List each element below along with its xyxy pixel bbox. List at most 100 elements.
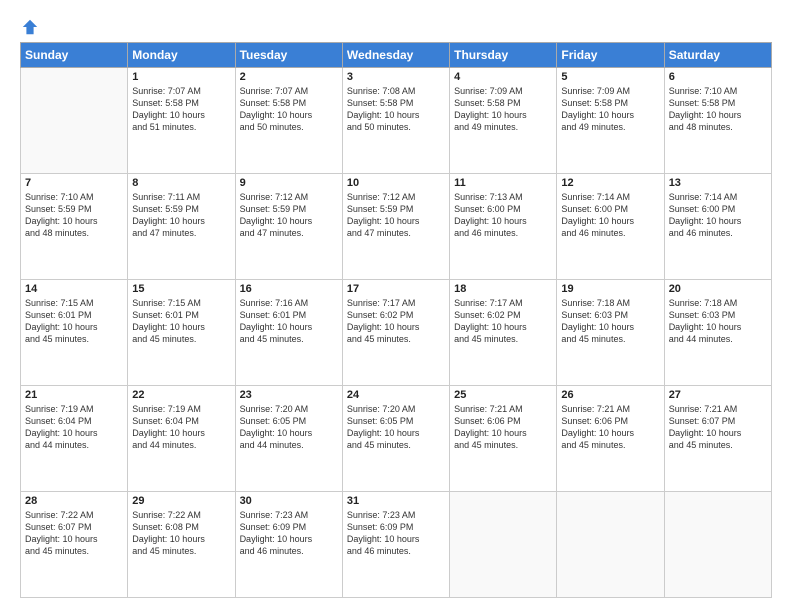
calendar-cell: 9Sunrise: 7:12 AM Sunset: 5:59 PM Daylig… [235,174,342,280]
calendar-cell: 13Sunrise: 7:14 AM Sunset: 6:00 PM Dayli… [664,174,771,280]
day-info: Sunrise: 7:15 AM Sunset: 6:01 PM Dayligh… [132,297,230,346]
day-number: 23 [240,389,338,401]
calendar-cell: 28Sunrise: 7:22 AM Sunset: 6:07 PM Dayli… [21,492,128,598]
calendar-cell: 29Sunrise: 7:22 AM Sunset: 6:08 PM Dayli… [128,492,235,598]
calendar-col-header: Friday [557,43,664,68]
calendar-cell: 23 Sunrise: 7:20 AM Sunset: 6:05 PM Dayli… [235,386,342,492]
calendar-cell [664,492,771,598]
day-info: Sunrise: 7:20 AM Sunset: 6:05 PM Dayligh… [347,403,445,452]
calendar-cell: 22 Sunrise: 7:19 AM Sunset: 6:04 PM Dayli… [128,386,235,492]
day-info: Sunrise: 7:19 AM Sunset: 6:04 PM Dayligh… [25,403,123,452]
day-number: 11 [454,177,552,189]
calendar-week-row: 1 Sunrise: 7:07 AM Sunset: 5:58 PM Daylig… [21,68,772,174]
calendar-cell: 12Sunrise: 7:14 AM Sunset: 6:00 PM Dayli… [557,174,664,280]
calendar-cell [557,492,664,598]
day-info: Sunrise: 7:23 AM Sunset: 6:09 PM Dayligh… [347,509,445,558]
day-info: Sunrise: 7:09 AM Sunset: 5:58 PM Dayligh… [561,85,659,134]
day-number: 19 [561,283,659,295]
calendar-col-header: Sunday [21,43,128,68]
calendar-cell: 24 Sunrise: 7:20 AM Sunset: 6:05 PM Dayli… [342,386,449,492]
calendar-cell: 31 Sunrise: 7:23 AM Sunset: 6:09 PM Dayli… [342,492,449,598]
day-info: Sunrise: 7:14 AM Sunset: 6:00 PM Dayligh… [561,191,659,240]
day-info: Sunrise: 7:15 AM Sunset: 6:01 PM Dayligh… [25,297,123,346]
day-number: 2 [240,71,338,83]
calendar-cell: 18Sunrise: 7:17 AM Sunset: 6:02 PM Dayli… [450,280,557,386]
day-info: Sunrise: 7:10 AM Sunset: 5:58 PM Dayligh… [669,85,767,134]
calendar-cell: 19Sunrise: 7:18 AM Sunset: 6:03 PM Dayli… [557,280,664,386]
day-number: 4 [454,71,552,83]
calendar-cell: 30 Sunrise: 7:23 AM Sunset: 6:09 PM Dayli… [235,492,342,598]
calendar-cell: 17 Sunrise: 7:17 AM Sunset: 6:02 PM Dayli… [342,280,449,386]
logo [20,18,39,32]
day-number: 22 [132,389,230,401]
calendar-cell: 1 Sunrise: 7:07 AM Sunset: 5:58 PM Daylig… [128,68,235,174]
day-number: 15 [132,283,230,295]
page: SundayMondayTuesdayWednesdayThursdayFrid… [0,0,792,612]
day-info: Sunrise: 7:16 AM Sunset: 6:01 PM Dayligh… [240,297,338,346]
day-info: Sunrise: 7:11 AM Sunset: 5:59 PM Dayligh… [132,191,230,240]
calendar-cell: 5 Sunrise: 7:09 AM Sunset: 5:58 PM Daylig… [557,68,664,174]
day-info: Sunrise: 7:23 AM Sunset: 6:09 PM Dayligh… [240,509,338,558]
day-number: 25 [454,389,552,401]
day-number: 8 [132,177,230,189]
calendar-cell: 27Sunrise: 7:21 AM Sunset: 6:07 PM Dayli… [664,386,771,492]
day-info: Sunrise: 7:12 AM Sunset: 5:59 PM Dayligh… [347,191,445,240]
day-number: 5 [561,71,659,83]
calendar-cell: 4 Sunrise: 7:09 AM Sunset: 5:58 PM Daylig… [450,68,557,174]
day-info: Sunrise: 7:08 AM Sunset: 5:58 PM Dayligh… [347,85,445,134]
day-number: 20 [669,283,767,295]
day-number: 6 [669,71,767,83]
day-number: 24 [347,389,445,401]
day-number: 16 [240,283,338,295]
day-info: Sunrise: 7:22 AM Sunset: 6:07 PM Dayligh… [25,509,123,558]
day-number: 26 [561,389,659,401]
calendar-cell [450,492,557,598]
calendar-cell [21,68,128,174]
calendar-cell: 2 Sunrise: 7:07 AM Sunset: 5:58 PM Daylig… [235,68,342,174]
day-info: Sunrise: 7:21 AM Sunset: 6:06 PM Dayligh… [454,403,552,452]
calendar-col-header: Tuesday [235,43,342,68]
day-number: 1 [132,71,230,83]
calendar-col-header: Saturday [664,43,771,68]
day-number: 13 [669,177,767,189]
calendar-cell: 20 Sunrise: 7:18 AM Sunset: 6:03 PM Dayli… [664,280,771,386]
calendar-col-header: Wednesday [342,43,449,68]
calendar-cell: 26Sunrise: 7:21 AM Sunset: 6:06 PM Dayli… [557,386,664,492]
calendar-cell: 11 Sunrise: 7:13 AM Sunset: 6:00 PM Dayli… [450,174,557,280]
header [20,18,772,32]
calendar-week-row: 21 Sunrise: 7:19 AM Sunset: 6:04 PM Dayli… [21,386,772,492]
calendar-week-row: 14 Sunrise: 7:15 AM Sunset: 6:01 PM Dayli… [21,280,772,386]
calendar-header-row: SundayMondayTuesdayWednesdayThursdayFrid… [21,43,772,68]
day-info: Sunrise: 7:18 AM Sunset: 6:03 PM Dayligh… [669,297,767,346]
day-number: 7 [25,177,123,189]
day-number: 3 [347,71,445,83]
day-info: Sunrise: 7:17 AM Sunset: 6:02 PM Dayligh… [347,297,445,346]
day-number: 21 [25,389,123,401]
calendar-cell: 14 Sunrise: 7:15 AM Sunset: 6:01 PM Dayli… [21,280,128,386]
calendar-cell: 8 Sunrise: 7:11 AM Sunset: 5:59 PM Daylig… [128,174,235,280]
day-number: 14 [25,283,123,295]
day-number: 17 [347,283,445,295]
day-number: 10 [347,177,445,189]
day-info: Sunrise: 7:13 AM Sunset: 6:00 PM Dayligh… [454,191,552,240]
day-number: 31 [347,495,445,507]
calendar-cell: 21 Sunrise: 7:19 AM Sunset: 6:04 PM Dayli… [21,386,128,492]
day-number: 30 [240,495,338,507]
calendar-cell: 15 Sunrise: 7:15 AM Sunset: 6:01 PM Dayli… [128,280,235,386]
day-info: Sunrise: 7:10 AM Sunset: 5:59 PM Dayligh… [25,191,123,240]
calendar-col-header: Thursday [450,43,557,68]
calendar-cell: 3 Sunrise: 7:08 AM Sunset: 5:58 PM Daylig… [342,68,449,174]
calendar-table: SundayMondayTuesdayWednesdayThursdayFrid… [20,42,772,598]
calendar-cell: 16 Sunrise: 7:16 AM Sunset: 6:01 PM Dayli… [235,280,342,386]
day-info: Sunrise: 7:07 AM Sunset: 5:58 PM Dayligh… [240,85,338,134]
day-info: Sunrise: 7:19 AM Sunset: 6:04 PM Dayligh… [132,403,230,452]
calendar-cell: 25 Sunrise: 7:21 AM Sunset: 6:06 PM Dayli… [450,386,557,492]
calendar-week-row: 28Sunrise: 7:22 AM Sunset: 6:07 PM Dayli… [21,492,772,598]
day-info: Sunrise: 7:20 AM Sunset: 6:05 PM Dayligh… [240,403,338,452]
day-info: Sunrise: 7:07 AM Sunset: 5:58 PM Dayligh… [132,85,230,134]
day-number: 29 [132,495,230,507]
calendar-cell: 10 Sunrise: 7:12 AM Sunset: 5:59 PM Dayli… [342,174,449,280]
logo-icon [21,18,39,36]
day-number: 27 [669,389,767,401]
day-info: Sunrise: 7:09 AM Sunset: 5:58 PM Dayligh… [454,85,552,134]
